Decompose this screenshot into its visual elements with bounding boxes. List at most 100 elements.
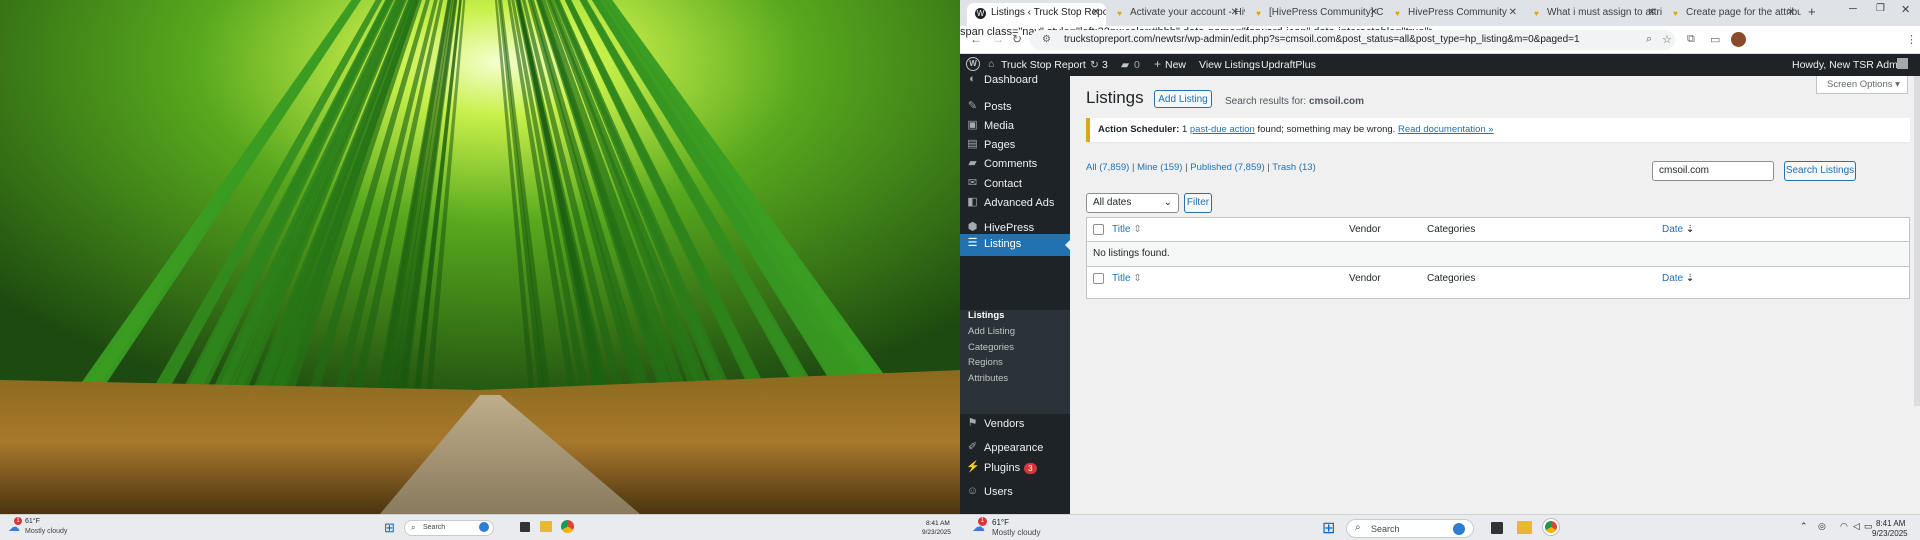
task-view-icon[interactable] xyxy=(1491,522,1503,534)
close-icon[interactable]: ✕ xyxy=(1509,7,1517,18)
minimize-icon[interactable]: ─ xyxy=(1849,3,1857,15)
column-title[interactable]: Title ⇕ xyxy=(1112,224,1142,235)
comment-bubble-icon[interactable]: ▰ xyxy=(1121,59,1129,71)
submenu-categories[interactable]: Categories xyxy=(968,342,1014,353)
submenu-attributes[interactable]: Attributes xyxy=(968,373,1008,384)
sidebar-item-comments[interactable]: ▰ Comments xyxy=(960,154,1070,176)
view-all-link[interactable]: All (7,859) xyxy=(1086,162,1129,173)
past-due-action-link[interactable]: past-due action xyxy=(1190,124,1255,135)
view-mine-link[interactable]: Mine (159) xyxy=(1137,162,1182,173)
task-view-icon[interactable] xyxy=(520,522,530,532)
weather-condition: Mostly cloudy xyxy=(992,528,1041,537)
submenu-listings[interactable]: Listings xyxy=(968,310,1004,321)
brush-icon: ✐ xyxy=(967,441,978,453)
column-date[interactable]: Date ⇣ xyxy=(1662,224,1694,235)
updraftplus-link[interactable]: UpdraftPlus xyxy=(1261,59,1316,71)
profile-avatar[interactable] xyxy=(1731,32,1746,47)
updates-icon[interactable]: ↻ xyxy=(1090,59,1099,71)
wordpress-logo-icon[interactable]: W xyxy=(966,57,980,71)
new-content-link[interactable]: New xyxy=(1165,59,1186,71)
forward-icon[interactable]: → xyxy=(992,32,1004,46)
user-avatar[interactable] xyxy=(1897,58,1908,69)
submenu-add-listing[interactable]: Add Listing xyxy=(968,326,1015,337)
site-info-icon[interactable]: ⚙ xyxy=(1042,34,1051,45)
file-explorer-icon[interactable] xyxy=(1517,521,1532,534)
sidebar-item-users[interactable]: ☺ Users xyxy=(960,482,1070,504)
read-documentation-link[interactable]: Read documentation » xyxy=(1398,124,1494,135)
file-explorer-icon[interactable] xyxy=(540,521,552,532)
notice-count: 1 xyxy=(1181,124,1188,135)
chevron-up-icon[interactable]: ⌃ xyxy=(1800,521,1808,532)
windows-start-icon[interactable]: ⊞ xyxy=(384,520,395,536)
new-tab-button[interactable]: + xyxy=(1808,4,1816,19)
taskbar-search[interactable]: ⌕ Search xyxy=(404,520,494,536)
sidebar-item-vendors[interactable]: ⚑ Vendors xyxy=(960,414,1070,436)
back-icon[interactable]: ← xyxy=(970,32,982,46)
weather-condition: Mostly cloudy xyxy=(25,528,68,535)
volume-icon[interactable]: ◁ xyxy=(1853,521,1860,532)
taskbar-search[interactable]: ⌕ Search xyxy=(1346,519,1474,538)
column-title-label[interactable]: Title xyxy=(1112,224,1131,235)
tab-activate[interactable]: ♥ Activate your account - Hive ✕ xyxy=(1106,3,1245,26)
close-window-icon[interactable]: ✕ xyxy=(1901,3,1910,16)
sidebar-item-plugins[interactable]: ⚡ Plugins 3 xyxy=(960,458,1070,480)
filter-button[interactable]: Filter xyxy=(1184,193,1212,213)
select-all-checkbox[interactable] xyxy=(1093,224,1104,235)
tab-create-page[interactable]: ♥ Create page for the attribut ✕ xyxy=(1662,3,1801,26)
sidebar-item-label: Pages xyxy=(984,139,1016,151)
vpn-icon[interactable]: ◎ xyxy=(1818,521,1826,532)
listing-search-input[interactable]: cmsoil.com xyxy=(1652,161,1774,181)
comment-icon: ▰ xyxy=(968,157,977,169)
updates-count: 3 xyxy=(1102,59,1108,71)
view-trash-link[interactable]: Trash (13) xyxy=(1272,162,1315,173)
sidebar-panel-icon[interactable]: ▭ xyxy=(1710,33,1720,46)
view-published-link[interactable]: Published (7,859) xyxy=(1190,162,1264,173)
select-all-checkbox-footer[interactable] xyxy=(1093,273,1104,284)
notice-prefix: Action Scheduler: xyxy=(1098,124,1180,135)
reload-icon[interactable]: ↻ xyxy=(1012,32,1022,46)
search-listings-button[interactable]: Search Listings xyxy=(1784,161,1856,181)
tab-hivepress-community[interactable]: ♥ HivePress Community ✕ xyxy=(1384,3,1523,26)
column-title-footer[interactable]: Title ⇕ xyxy=(1112,273,1142,284)
date-filter-select[interactable]: All dates ⌄ xyxy=(1086,193,1179,213)
tab-label: Activate your account - Hive xyxy=(1130,7,1245,18)
vendors-icon: ⚑ xyxy=(967,417,978,429)
browser-menu-icon[interactable]: ⋮ xyxy=(1906,33,1917,46)
close-icon[interactable]: ✕ xyxy=(1231,7,1239,18)
close-icon[interactable]: ✕ xyxy=(1370,7,1378,18)
column-date-footer[interactable]: Date ⇣ xyxy=(1662,273,1694,284)
chrome-icon[interactable] xyxy=(1543,519,1559,535)
close-icon[interactable]: ✕ xyxy=(1092,7,1100,18)
bamboo-forest-wallpaper xyxy=(0,0,960,514)
scrollbar[interactable] xyxy=(1914,76,1920,406)
maximize-icon[interactable]: ❐ xyxy=(1876,3,1885,14)
submenu-regions[interactable]: Regions xyxy=(968,357,1003,368)
chevron-down-icon: ⌄ xyxy=(1163,197,1172,208)
sidebar-item-dashboard[interactable]: ◐ Dashboard xyxy=(960,70,1070,92)
address-bar[interactable]: ⚙ truckstopreport.com/newtsr/wp-admin/edi… xyxy=(1030,30,1675,50)
tab-community-co[interactable]: ♥ [HivePress Community] Co ✕ xyxy=(1245,3,1384,26)
windows-start-icon[interactable]: ⊞ xyxy=(1322,518,1335,538)
screen-options-button[interactable]: Screen Options ▾ xyxy=(1816,76,1908,94)
tab-assign-attrib[interactable]: ♥ What i must assign to attrib ✕ xyxy=(1523,3,1662,26)
sidebar-item-advanced-ads[interactable]: ◧ Advanced Ads xyxy=(960,193,1070,215)
bookmark-star-icon[interactable]: ☆ xyxy=(1662,33,1672,46)
sidebar-item-appearance[interactable]: ✐ Appearance xyxy=(960,438,1070,460)
search-term: cmsoil.com xyxy=(1308,96,1364,107)
chrome-icon[interactable] xyxy=(561,520,574,533)
sidebar-item-listings[interactable]: ☰ Listings xyxy=(960,234,1070,256)
zoom-icon[interactable]: ⌕ xyxy=(1646,33,1652,46)
close-icon[interactable]: ✕ xyxy=(1787,7,1795,18)
howdy-user-link[interactable]: Howdy, New TSR Admin xyxy=(1792,59,1906,71)
add-listing-button[interactable]: Add Listing xyxy=(1154,90,1212,108)
column-title-label[interactable]: Title xyxy=(1112,273,1131,284)
wifi-icon[interactable]: ◠ xyxy=(1840,521,1848,532)
close-icon[interactable]: ✕ xyxy=(1648,7,1656,18)
extensions-icon[interactable]: ⧉ xyxy=(1687,33,1695,46)
column-date-label[interactable]: Date xyxy=(1662,224,1683,235)
tab-listings[interactable]: W Listings ‹ Truck Stop Report ✕ xyxy=(967,3,1106,26)
view-listings-link[interactable]: View Listings xyxy=(1199,59,1260,71)
column-date-label[interactable]: Date xyxy=(1662,273,1683,284)
listings-submenu: Listings Add Listing Categories Regions … xyxy=(960,310,1070,414)
sidebar-item-label: Media xyxy=(984,120,1014,132)
